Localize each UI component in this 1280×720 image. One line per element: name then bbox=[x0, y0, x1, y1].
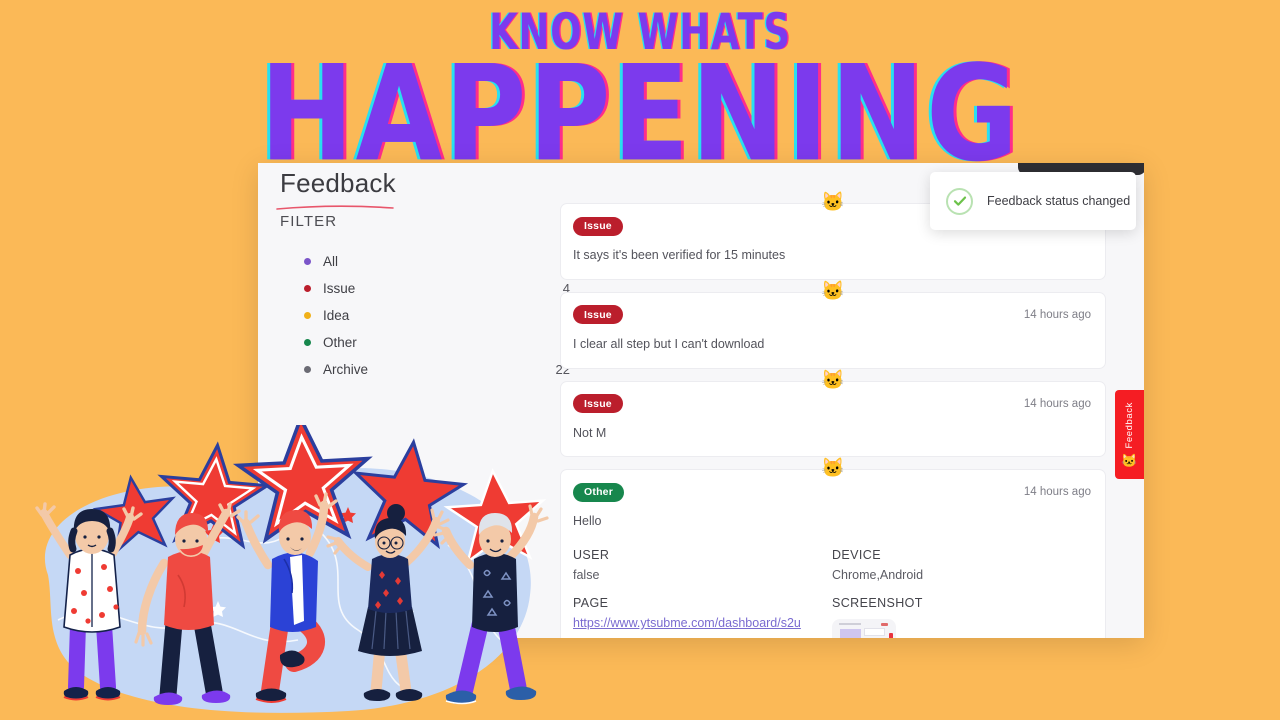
thumb-bar bbox=[839, 623, 861, 625]
cat-avatar-icon: 🐱 bbox=[821, 280, 845, 302]
status-dot bbox=[304, 258, 311, 265]
cat-avatar-icon: 🐱 bbox=[821, 458, 845, 480]
card-timestamp: 14 hours ago bbox=[1023, 397, 1091, 410]
cat-avatar-icon: 🐱 bbox=[821, 369, 845, 391]
card-timestamp: 14 hours ago bbox=[1023, 486, 1091, 499]
filter-item-label: Issue bbox=[323, 281, 356, 296]
cat-face-icon: 🐱 bbox=[1121, 453, 1138, 469]
filter-item-all[interactable]: All 8 bbox=[280, 248, 570, 275]
status-dot bbox=[304, 285, 311, 292]
status-toast: Feedback status changed bbox=[930, 172, 1136, 230]
thumb-bar-accent bbox=[881, 623, 888, 626]
filter-panel: FILTER All 8 Issue 4 Idea bbox=[280, 213, 570, 383]
status-dot bbox=[304, 366, 311, 373]
card-message: I clear all step but I can't download bbox=[573, 336, 765, 351]
status-badge: Issue bbox=[573, 394, 623, 413]
filter-item-archive[interactable]: Archive 22 bbox=[280, 356, 570, 383]
check-circle-icon bbox=[946, 187, 973, 215]
poster-headline: HAPPENING bbox=[259, 37, 1021, 192]
title-underline bbox=[276, 205, 394, 210]
status-badge: Issue bbox=[573, 305, 623, 325]
card-message: Not M bbox=[573, 425, 607, 440]
meta-device-key: DEVICE bbox=[832, 548, 881, 562]
status-dot bbox=[304, 312, 311, 319]
filter-item-other[interactable]: Other 2 bbox=[280, 329, 570, 356]
toast-message: Feedback status changed bbox=[987, 194, 1131, 208]
feedback-app-window: Feedback FILTER All 8 Issue 4 bbox=[258, 163, 1144, 638]
feedback-list: 🐱 Issue It says it's been verified for 1… bbox=[560, 193, 1106, 638]
card-detail-grid: USER DEVICE false Chrome,Android PAGE SC… bbox=[573, 538, 1091, 638]
filter-item-issue[interactable]: Issue 4 bbox=[280, 275, 570, 302]
meta-device-value: Chrome,Android bbox=[832, 568, 924, 582]
feedback-side-tab[interactable]: Feedback 🐱 bbox=[1115, 390, 1144, 479]
filter-item-label: Idea bbox=[323, 308, 350, 323]
filter-item-label: Archive bbox=[323, 362, 369, 377]
thumb-feedback-tab bbox=[889, 633, 893, 638]
meta-screenshot-key: SCREENSHOT bbox=[832, 596, 923, 610]
side-tab-label: Feedback bbox=[1124, 401, 1135, 449]
thumb-panel bbox=[864, 628, 885, 636]
status-badge: Other bbox=[573, 482, 625, 502]
meta-page-key: PAGE bbox=[573, 596, 609, 610]
filter-heading: FILTER bbox=[280, 213, 338, 230]
thumb-block bbox=[840, 629, 861, 638]
poster-stage: KNOW WHATS HAPPENING Feedback FILTER All… bbox=[0, 0, 1280, 720]
page-url-link[interactable]: https://www.ytsubme.com/dashboard/s2u bbox=[573, 616, 801, 630]
filter-item-idea[interactable]: Idea 2 bbox=[280, 302, 570, 329]
screenshot-thumbnail[interactable] bbox=[832, 619, 896, 638]
status-dot bbox=[304, 339, 311, 346]
meta-user-key: USER bbox=[573, 548, 610, 562]
card-message: Hello bbox=[573, 514, 602, 529]
card-message: It says it's been verified for 15 minute… bbox=[573, 248, 786, 262]
feedback-card-expanded[interactable]: 🐱 Other 14 hours ago Hello USER DEVICE f… bbox=[560, 459, 1106, 638]
meta-user-value: false bbox=[573, 568, 600, 582]
poster-headline-block: KNOW WHATS HAPPENING bbox=[0, 0, 1280, 181]
star bbox=[157, 441, 272, 550]
filter-item-label: Other bbox=[323, 335, 357, 350]
filter-list: All 8 Issue 4 Idea 2 Ot bbox=[280, 248, 570, 383]
page-title: Feedback bbox=[280, 168, 396, 198]
person-2 bbox=[134, 502, 241, 705]
star bbox=[92, 474, 176, 555]
feedback-card[interactable]: 🐱 Issue 14 hours ago Not M bbox=[560, 371, 1106, 458]
status-badge: Issue bbox=[573, 216, 623, 236]
cat-avatar-icon: 🐱 bbox=[821, 192, 845, 213]
person-1 bbox=[35, 502, 143, 701]
filter-item-label: All bbox=[323, 254, 339, 269]
feedback-card[interactable]: 🐱 Issue 14 hours ago I clear all step bu… bbox=[560, 282, 1106, 369]
card-timestamp: 14 hours ago bbox=[1023, 308, 1091, 321]
